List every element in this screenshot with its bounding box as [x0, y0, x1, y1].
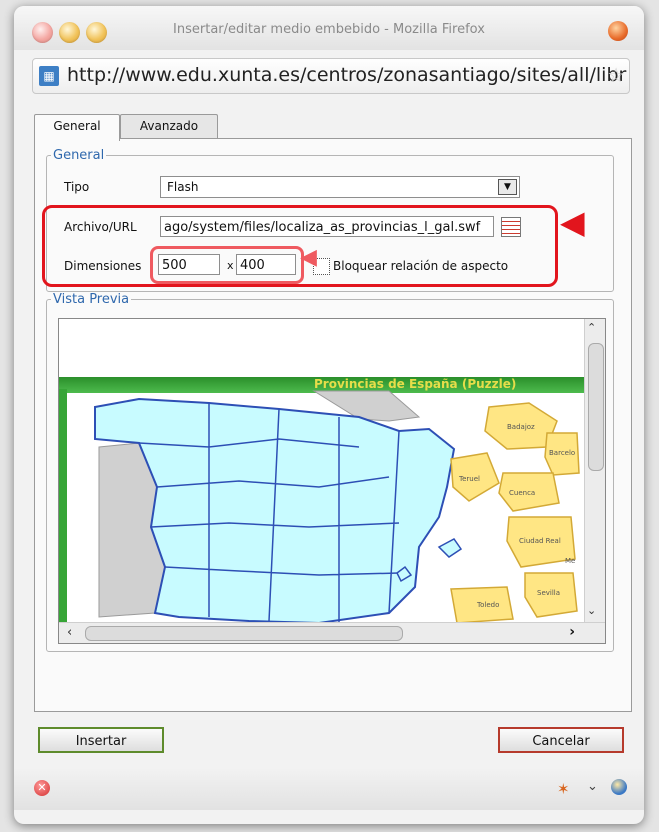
scroll-down-icon[interactable]: ⌄	[587, 604, 596, 617]
spain-map: Badajoz Barcelo Teruel Cuenca Ciudad Rea…	[59, 389, 580, 625]
tab-avanzado[interactable]: Avanzado	[120, 114, 218, 139]
title-bar: Insertar/editar medio embebido - Mozilla…	[14, 6, 644, 50]
status-bar: ✕ ✶ ⌄	[14, 768, 644, 810]
horizontal-scroll-thumb[interactable]	[85, 626, 403, 641]
vertical-scroll-thumb[interactable]	[588, 343, 604, 471]
chevron-down-icon[interactable]: ▼	[498, 179, 517, 195]
province-label-sevilla: Sevilla	[537, 589, 560, 597]
flash-movie[interactable]: Provincias de España (Puzzle) Badajoz Ba…	[59, 377, 585, 625]
addon-icon[interactable]: ✶	[557, 780, 570, 798]
province-label-teruel: Teruel	[458, 475, 480, 483]
globe-icon[interactable]	[611, 779, 627, 795]
province-label-barcelona: Barcelo	[549, 449, 575, 457]
province-label-me: Me	[565, 557, 575, 565]
province-label-ciudad-real: Ciudad Real	[519, 537, 561, 545]
insert-button[interactable]: Insertar	[38, 727, 164, 753]
chevron-down-icon[interactable]: ⌄	[587, 779, 598, 794]
map-border-green	[59, 389, 67, 625]
bookmark-star-icon[interactable]: ☆	[607, 63, 625, 87]
red-arrow-icon: ◀	[560, 203, 585, 241]
scroll-up-icon[interactable]: ⌃	[587, 321, 596, 334]
window-title: Insertar/editar medio embebido - Mozilla…	[173, 22, 485, 37]
province-label-cuenca: Cuenca	[509, 489, 535, 497]
scroll-left-icon[interactable]: ‹	[67, 625, 72, 640]
tipo-label: Tipo	[64, 180, 90, 194]
province-label-badajoz: Badajoz	[507, 423, 535, 431]
tipo-value: Flash	[167, 180, 199, 194]
red-arrow-small-icon: ◀	[300, 245, 317, 270]
firefox-icon	[608, 21, 628, 41]
preview-legend: Vista Previa	[53, 292, 130, 307]
vertical-scrollbar[interactable]: ⌃ ⌄	[584, 319, 605, 623]
preview-area[interactable]: Provincias de España (Puzzle) Badajoz Ba…	[58, 318, 606, 644]
tab-general[interactable]: General	[34, 114, 120, 141]
highlight-box-dimensions	[150, 246, 304, 284]
province-label-toledo: Toledo	[476, 601, 499, 609]
cancel-button[interactable]: Cancelar	[498, 727, 624, 753]
tipo-select[interactable]: Flash ▼	[160, 176, 520, 198]
horizontal-scrollbar[interactable]: ‹ ›	[59, 622, 605, 643]
url-bar[interactable]: ▦ http://www.edu.xunta.es/centros/zonasa…	[32, 58, 630, 94]
url-text: http://www.edu.xunta.es/centros/zonasant…	[67, 64, 627, 86]
general-legend: General	[53, 148, 105, 163]
scroll-right-icon[interactable]: ›	[569, 624, 575, 640]
site-icon: ▦	[39, 66, 59, 86]
stop-icon[interactable]: ✕	[34, 780, 50, 796]
